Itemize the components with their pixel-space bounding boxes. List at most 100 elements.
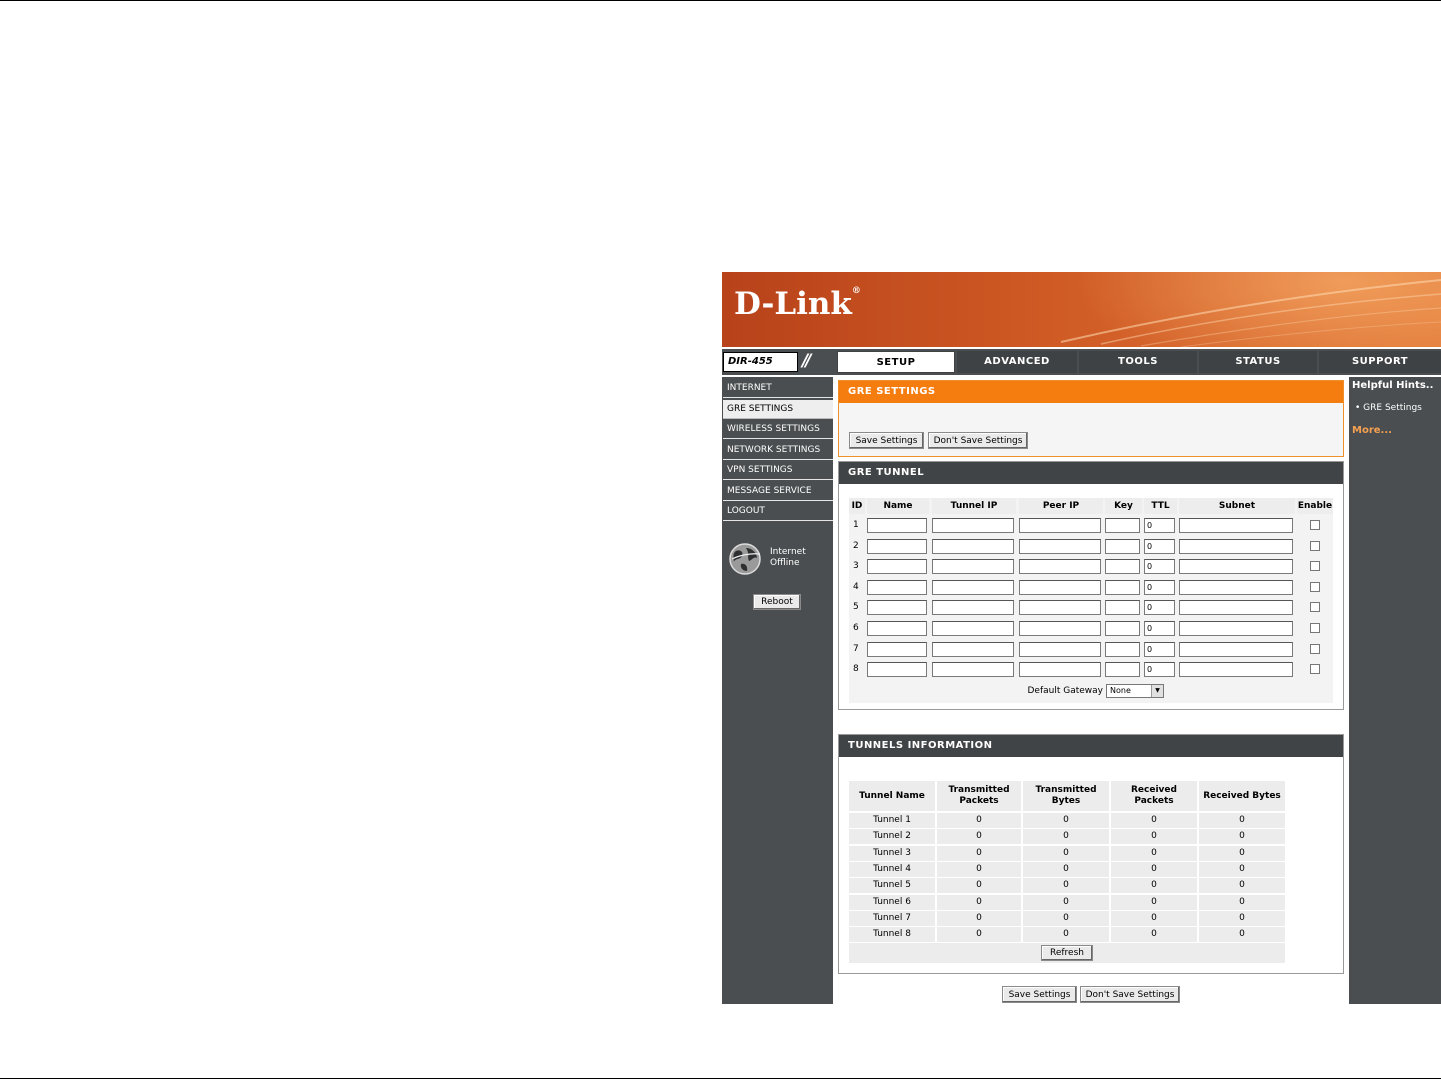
gre-ttl-input[interactable] [1144,518,1175,533]
gre-ttl-input[interactable] [1144,600,1175,616]
gre-name-input[interactable] [867,538,927,554]
sidebar-item-wireless-settings[interactable]: WIRELESS SETTINGS [723,420,833,439]
gre-key-input[interactable] [1105,518,1140,533]
gre-peer-ip-input[interactable] [1019,621,1101,636]
tab-setup[interactable]: SETUP [837,351,955,373]
gre-enable-checkbox[interactable] [1310,581,1320,592]
model-badge: DIR-455 [723,352,798,372]
top-rule [0,0,1441,1]
gre-tunnel-table: ID Name Tunnel IP Peer IP Key TTL Subnet Enable… [849,498,1333,703]
gre-subnet-input[interactable] [1179,518,1293,533]
globe-icon [729,543,761,575]
sidebar-item-internet[interactable]: INTERNET [723,379,833,398]
gre-name-input[interactable] [867,662,927,678]
tinfo-cell: 0 [1199,910,1285,926]
tab-status[interactable]: STATUS [1199,351,1317,373]
gre-tunnel-ip-input[interactable] [932,621,1014,636]
gre-tunnel-panel: GRE TUNNEL ID Name Tunnel IP Peer IP Key TTL S… [838,461,1344,710]
gre-peer-ip-input[interactable] [1019,662,1101,678]
gre-tunnel-ip-input[interactable] [932,559,1014,575]
gre-ttl-input[interactable] [1144,641,1175,657]
gre-header-peer-ip: Peer IP [1019,498,1103,514]
gre-key-input[interactable] [1105,579,1140,595]
gre-ttl-input[interactable] [1144,559,1175,575]
banner-swoosh [1060,279,1441,347]
tab-support[interactable]: SUPPORT [1319,351,1441,373]
gre-header-subnet: Subnet [1179,498,1295,514]
gre-peer-ip-input[interactable] [1019,518,1101,533]
sidebar-item-logout[interactable]: LOGOUT [723,502,833,521]
gre-key-input[interactable] [1105,600,1140,616]
gre-enable-checkbox[interactable] [1310,561,1320,572]
gre-key-input[interactable] [1105,662,1140,678]
gre-enable-checkbox[interactable] [1310,623,1320,633]
gre-row-id: 2 [853,540,859,551]
refresh-row: Refresh [849,943,1285,963]
gre-subnet-input[interactable] [1179,579,1293,595]
gre-subnet-input[interactable] [1179,559,1293,575]
gre-header-enable: Enable [1297,498,1333,514]
gre-name-input[interactable] [867,641,927,657]
tab-advanced[interactable]: ADVANCED [957,351,1077,373]
gre-tunnel-ip-input[interactable] [932,518,1014,533]
left-sidebar: INTERNET GRE SETTINGS WIRELESS SETTINGS … [722,377,833,1004]
gre-name-input[interactable] [867,600,927,616]
gre-subnet-input[interactable] [1179,621,1293,636]
gre-peer-ip-input[interactable] [1019,559,1101,575]
hint-gre-settings-link[interactable]: • GRE Settings [1355,403,1422,413]
tab-tools[interactable]: TOOLS [1079,351,1197,373]
sidebar-item-gre-settings[interactable]: GRE SETTINGS [723,400,833,419]
gre-subnet-input[interactable] [1179,600,1293,616]
reboot-button[interactable]: Reboot [753,594,801,610]
gre-name-input[interactable] [867,559,927,575]
sidebar-item-network-settings[interactable]: NETWORK SETTINGS [723,441,833,460]
gre-enable-checkbox[interactable] [1310,602,1320,613]
gre-ttl-input[interactable] [1144,621,1175,636]
sidebar-item-vpn-settings[interactable]: VPN SETTINGS [723,461,833,480]
gre-ttl-input[interactable] [1144,538,1175,554]
tinfo-cell: 0 [1199,845,1285,861]
sidebar-item-message-service[interactable]: MESSAGE SERVICE [723,482,833,501]
gre-key-input[interactable] [1105,559,1140,575]
gre-enable-checkbox[interactable] [1310,664,1320,675]
footer-save-settings-button[interactable]: Save Settings [1002,986,1077,1003]
gre-ttl-input[interactable] [1144,662,1175,678]
gre-tunnel-ip-input[interactable] [932,600,1014,616]
hints-more-link[interactable]: More... [1352,425,1392,436]
gre-tunnel-ip-input[interactable] [932,662,1014,678]
refresh-button[interactable]: Refresh [1041,945,1093,961]
gre-key-input[interactable] [1105,621,1140,636]
hints-title: Helpful Hints.. [1352,380,1434,391]
footer-dont-save-settings-button[interactable]: Don't Save Settings [1080,986,1180,1003]
gre-enable-checkbox[interactable] [1310,520,1320,530]
save-settings-button[interactable]: Save Settings [849,432,924,449]
gre-tunnel-ip-input[interactable] [932,641,1014,657]
gre-subnet-input[interactable] [1179,641,1293,657]
gre-tunnel-ip-input[interactable] [932,538,1014,554]
gre-peer-ip-input[interactable] [1019,641,1101,657]
gre-name-input[interactable] [867,518,927,533]
gre-enable-checkbox[interactable] [1310,540,1320,551]
tinfo-cell: 0 [937,845,1021,861]
gre-peer-ip-input[interactable] [1019,538,1101,554]
tinfo-cell: 0 [1111,894,1197,910]
gre-peer-ip-input[interactable] [1019,600,1101,616]
gre-subnet-input[interactable] [1179,538,1293,554]
gre-name-input[interactable] [867,621,927,636]
gre-enable-checkbox[interactable] [1310,643,1320,654]
top-nav: DIR-455 // SETUP ADVANCED TOOLS STATUS S… [722,349,1441,375]
gre-tunnel-title: GRE TUNNEL [839,462,1343,484]
default-gateway-select[interactable]: None ▼ [1106,684,1164,698]
gre-ttl-input[interactable] [1144,579,1175,595]
gre-name-input[interactable] [867,579,927,595]
gre-tunnel-ip-input[interactable] [932,579,1014,595]
gre-header-ttl: TTL [1144,498,1177,514]
tinfo-cell: 0 [1023,878,1109,894]
chevron-down-icon[interactable]: ▼ [1151,685,1163,697]
gre-peer-ip-input[interactable] [1019,579,1101,595]
gre-key-input[interactable] [1105,641,1140,657]
gre-key-input[interactable] [1105,538,1140,554]
gre-subnet-input[interactable] [1179,662,1293,678]
gre-header-id: ID [849,498,865,514]
dont-save-settings-button[interactable]: Don't Save Settings [928,432,1028,449]
